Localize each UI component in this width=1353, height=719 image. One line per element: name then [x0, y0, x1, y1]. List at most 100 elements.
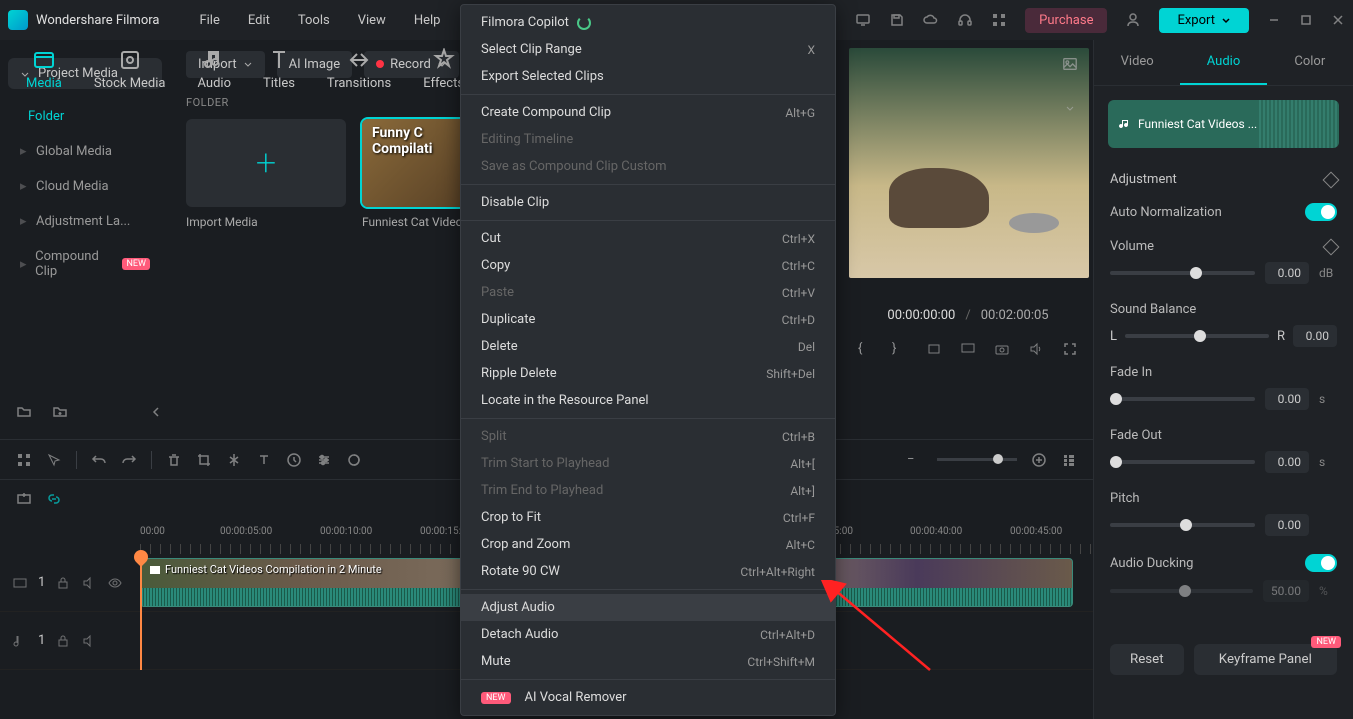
fade-in-slider[interactable] [1110, 397, 1255, 401]
tab-audio[interactable]: Audio [1180, 40, 1266, 85]
auto-norm-toggle[interactable] [1305, 203, 1337, 221]
context-menu-item[interactable]: CutCtrl+X [461, 225, 835, 252]
link-icon[interactable] [46, 491, 62, 507]
balance-value[interactable]: 0.00 [1293, 325, 1337, 347]
ducking-value[interactable]: 50.00 [1263, 580, 1309, 602]
menu-tools[interactable]: Tools [298, 13, 330, 28]
ducking-slider[interactable] [1110, 589, 1253, 593]
mark-in-icon[interactable]: { [858, 341, 874, 357]
playhead[interactable] [140, 554, 142, 670]
keyframe-diamond-icon[interactable] [1323, 171, 1340, 188]
export-button[interactable]: Export [1159, 8, 1249, 33]
maximize-icon[interactable] [1299, 13, 1313, 27]
balance-slider[interactable] [1125, 334, 1269, 338]
context-menu-item[interactable]: Filmora Copilot [461, 9, 835, 36]
delete-icon[interactable] [166, 452, 182, 468]
screen-icon[interactable] [855, 12, 871, 28]
sidebar-folder[interactable]: Folder [8, 99, 162, 134]
visibility-icon[interactable] [107, 575, 123, 591]
tab-titles[interactable]: Titles [257, 44, 301, 95]
video-preview[interactable] [849, 48, 1089, 278]
context-menu-item[interactable]: Export Selected Clips [461, 63, 835, 90]
ducking-toggle[interactable] [1305, 554, 1337, 572]
pitch-value[interactable]: 0.00 [1265, 514, 1309, 536]
context-menu-item[interactable]: Ripple DeleteShift+Del [461, 360, 835, 387]
tab-color[interactable]: Color [1267, 40, 1353, 85]
fullscreen-icon[interactable] [1062, 341, 1078, 357]
text-icon[interactable] [256, 452, 272, 468]
volume-icon[interactable] [1028, 341, 1044, 357]
zoom-in-icon[interactable] [1031, 452, 1047, 468]
tab-audio-top[interactable]: Audio [192, 44, 237, 95]
context-menu-item[interactable]: Locate in the Resource Panel [461, 387, 835, 414]
zoom-out-icon[interactable]: − [907, 452, 923, 468]
split-icon[interactable] [226, 452, 242, 468]
speed-icon[interactable] [286, 452, 302, 468]
fade-out-value[interactable]: 0.00 [1265, 451, 1309, 473]
context-menu-item[interactable]: Adjust Audio [461, 594, 835, 621]
redo-icon[interactable] [121, 452, 137, 468]
menu-help[interactable]: Help [414, 13, 441, 28]
tl-select-icon[interactable] [16, 452, 32, 468]
mark-out-icon[interactable]: } [892, 341, 908, 357]
collapse-icon[interactable] [148, 404, 164, 420]
adjust-icon[interactable] [316, 452, 332, 468]
context-menu-item[interactable]: Crop and ZoomAlt+C [461, 531, 835, 558]
new-folder-icon[interactable] [16, 404, 32, 420]
volume-value[interactable]: 0.00 [1265, 262, 1309, 284]
context-menu-item[interactable]: Detach AudioCtrl+Alt+D [461, 621, 835, 648]
timeline-zoom-slider[interactable] [937, 458, 1017, 461]
snapshot-icon[interactable] [994, 341, 1010, 357]
close-icon[interactable] [1331, 13, 1345, 27]
save-icon[interactable] [889, 12, 905, 28]
undo-icon[interactable] [91, 452, 107, 468]
minimize-icon[interactable] [1267, 13, 1281, 27]
reset-button[interactable]: Reset [1110, 644, 1184, 675]
apps-icon[interactable] [991, 12, 1007, 28]
pitch-slider[interactable] [1110, 523, 1255, 527]
import-media-thumb[interactable]: + Import Media [186, 119, 346, 229]
headphones-icon[interactable] [957, 12, 973, 28]
sidebar-item-compound-clip[interactable]: ▸Compound ClipNEW [8, 239, 162, 289]
mute-icon[interactable] [81, 575, 97, 591]
tab-media[interactable]: Media [20, 44, 68, 95]
crop-icon[interactable] [196, 452, 212, 468]
context-menu-item[interactable]: Select Clip RangeX [461, 36, 835, 63]
cloud-icon[interactable] [923, 12, 939, 28]
menu-view[interactable]: View [358, 13, 386, 28]
fade-out-slider[interactable] [1110, 460, 1255, 464]
sidebar-item-adjustment-layer[interactable]: ▸Adjustment La... [8, 204, 162, 239]
display-icon[interactable] [960, 341, 976, 357]
folder-plus-icon[interactable] [52, 404, 68, 420]
context-menu-item[interactable]: Disable Clip [461, 189, 835, 216]
audio-clip-widget[interactable]: Funniest Cat Videos ... [1108, 100, 1339, 148]
context-menu-item[interactable]: CopyCtrl+C [461, 252, 835, 279]
tl-cursor-icon[interactable] [46, 452, 62, 468]
tl-add-track-icon[interactable] [16, 491, 32, 507]
tab-transitions[interactable]: Transitions [321, 44, 397, 95]
context-menu-item[interactable]: DuplicateCtrl+D [461, 306, 835, 333]
menu-file[interactable]: File [199, 13, 219, 28]
lock-icon[interactable] [55, 633, 71, 649]
keyframe-panel-button[interactable]: Keyframe PanelNEW [1194, 644, 1337, 675]
lock-icon[interactable] [55, 575, 71, 591]
tab-video[interactable]: Video [1094, 40, 1180, 85]
color-icon[interactable] [346, 452, 362, 468]
tab-stock-media[interactable]: Stock Media [88, 44, 172, 95]
sidebar-item-cloud-media[interactable]: ▸Cloud Media [8, 169, 162, 204]
context-menu-item[interactable]: MuteCtrl+Shift+M [461, 648, 835, 675]
keyframe-diamond-icon[interactable] [1323, 238, 1340, 255]
context-menu-item[interactable]: NEWAI Vocal Remover [461, 684, 835, 711]
mute-icon[interactable] [81, 633, 97, 649]
context-menu-item[interactable]: Crop to FitCtrl+F [461, 504, 835, 531]
view-options-icon[interactable] [1061, 452, 1077, 468]
fade-in-value[interactable]: 0.00 [1265, 388, 1309, 410]
image-icon[interactable] [1062, 56, 1078, 72]
volume-slider[interactable] [1110, 271, 1255, 275]
menu-edit[interactable]: Edit [248, 13, 270, 28]
context-menu-item[interactable]: Rotate 90 CWCtrl+Alt+Right [461, 558, 835, 585]
user-icon[interactable] [1125, 12, 1141, 28]
ratio-icon[interactable] [926, 341, 942, 357]
context-menu-item[interactable]: Create Compound ClipAlt+G [461, 99, 835, 126]
purchase-button[interactable]: Purchase [1025, 8, 1107, 33]
